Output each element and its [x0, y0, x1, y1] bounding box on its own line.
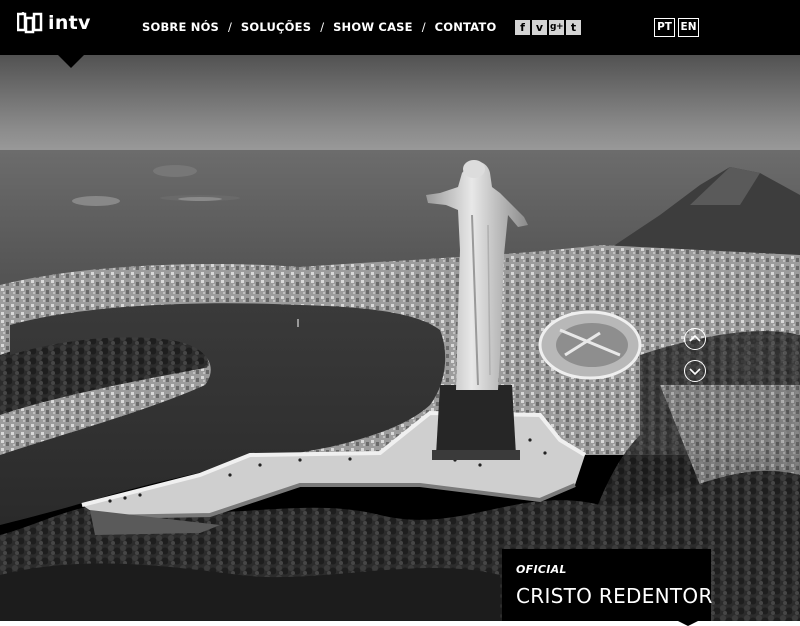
caption-title: CRISTO REDENTOR: [516, 584, 713, 608]
facebook-icon[interactable]: f: [515, 20, 530, 35]
language-pt-button[interactable]: PT: [654, 18, 675, 37]
caption-pointer: [678, 621, 698, 626]
nav-separator: /: [421, 20, 426, 34]
nav-separator: /: [228, 20, 232, 34]
slider-next-button[interactable]: [684, 360, 706, 382]
logo[interactable]: intv: [17, 12, 91, 34]
language-switcher: PT EN: [654, 18, 699, 37]
vimeo-icon[interactable]: v: [532, 20, 547, 35]
nav-item-show-case[interactable]: SHOW CASE: [333, 20, 413, 34]
hero-slider: [0, 55, 800, 626]
google-plus-icon[interactable]: g+: [549, 20, 564, 35]
hero-image: [0, 55, 800, 626]
slide-caption[interactable]: OFICIAL CRISTO REDENTOR: [502, 549, 713, 621]
logo-text: intv: [48, 12, 91, 34]
social-links: f v g+ t: [515, 20, 581, 35]
chevron-down-icon: [689, 368, 701, 376]
chevron-up-icon: [689, 334, 701, 342]
site-header: intv SOBRE NÓS / SOLUÇÕES / SHOW CASE / …: [0, 0, 800, 55]
language-en-button[interactable]: EN: [678, 18, 699, 37]
main-nav: SOBRE NÓS / SOLUÇÕES / SHOW CASE / CONTA…: [142, 20, 496, 34]
slider-prev-button[interactable]: [684, 328, 706, 350]
caption-kicker: OFICIAL: [516, 563, 567, 576]
tumblr-icon[interactable]: t: [566, 20, 581, 35]
nav-item-contato[interactable]: CONTATO: [435, 20, 497, 34]
nav-item-sobre-nos[interactable]: SOBRE NÓS: [142, 20, 219, 34]
nav-separator: /: [320, 20, 325, 34]
header-pointer: [58, 55, 84, 68]
nav-item-solucoes[interactable]: SOLUÇÕES: [241, 20, 311, 34]
logo-mark-icon: [17, 12, 43, 34]
